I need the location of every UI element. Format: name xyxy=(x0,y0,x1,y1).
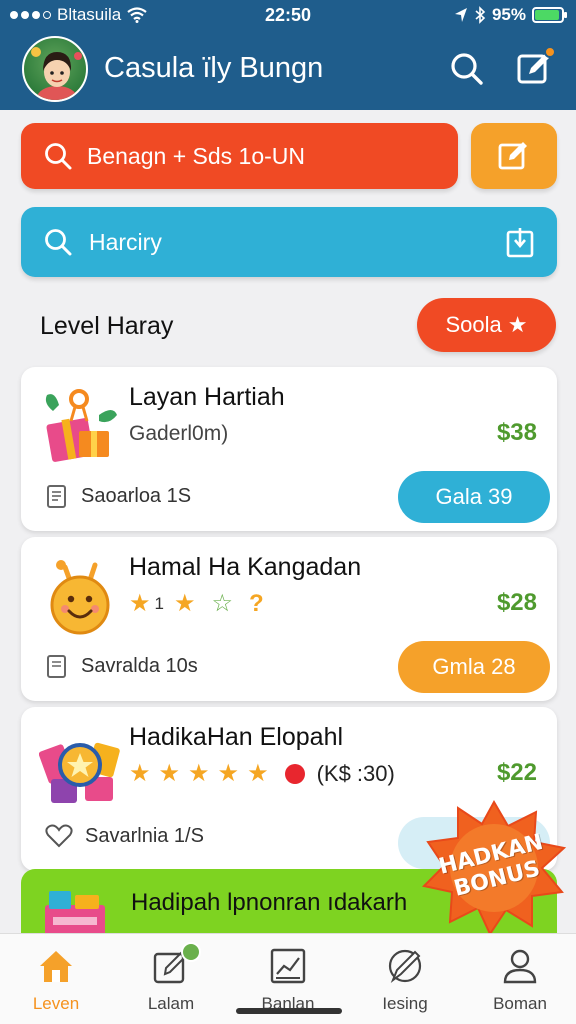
star-icon: ★ xyxy=(188,760,210,787)
primary-search-text: Benagn + Sds 1o-UN xyxy=(87,142,305,169)
edit-icon xyxy=(498,142,527,170)
nav-label: Lalam xyxy=(147,994,195,1013)
home-icon xyxy=(40,951,72,982)
sort-button[interactable]: Soola ★ xyxy=(417,298,556,352)
nav-item-home[interactable]: Leven xyxy=(6,946,106,1014)
app-header: Bltasuila 22:50 95% Casula ïly Bungn xyxy=(0,0,576,110)
star-icon: ★ xyxy=(247,760,269,787)
nav-item-pencil[interactable]: Iesing xyxy=(355,946,455,1014)
app-title: Casula ïly Bungn xyxy=(104,52,324,84)
card-meta-text: Savralda 10s xyxy=(81,654,198,677)
star-count: 1 xyxy=(154,593,164,613)
search-icon xyxy=(45,143,72,170)
card-meta: Savralda 10s xyxy=(45,653,198,679)
bluetooth-icon xyxy=(475,6,486,24)
status-bar: Bltasuila 22:50 95% xyxy=(0,0,576,30)
star-icon: ★ xyxy=(129,760,151,787)
card-rating: ★ 1 ★ ☆ ? xyxy=(129,589,264,618)
gift-box-icon xyxy=(45,389,117,462)
card-title: Hamal Ha Kangadan xyxy=(129,553,362,581)
card-price: $22 xyxy=(496,759,537,786)
document-icon xyxy=(47,485,66,508)
star-icon: ★ xyxy=(158,760,181,787)
secondary-search-bar[interactable]: Harciry xyxy=(21,207,557,277)
card-action-button[interactable]: Gala 39 xyxy=(398,471,550,523)
star-icon: ★ xyxy=(507,312,528,337)
card-title: HadikaHan Elopahl xyxy=(129,723,344,751)
notification-dot xyxy=(544,46,556,58)
battery-icon xyxy=(532,7,567,23)
nav-label: Leven xyxy=(32,994,80,1013)
nav-item-edit[interactable]: Lalam xyxy=(121,942,221,1014)
header-search-button[interactable] xyxy=(448,50,486,88)
star-icon: ★ xyxy=(217,760,240,787)
card-title: Layan Hartiah xyxy=(129,383,285,411)
location-icon xyxy=(454,8,467,22)
heart-icon[interactable] xyxy=(45,823,73,849)
card-meta: Savarlnia 1/S xyxy=(45,823,204,849)
card-subtitle: Gaderl0m) xyxy=(129,422,229,445)
rating-text: (K$ :30) xyxy=(316,760,395,786)
gift-medal-icon xyxy=(39,742,120,803)
avatar[interactable] xyxy=(22,36,88,102)
pencil-icon xyxy=(388,949,422,983)
share-icon[interactable] xyxy=(505,226,537,258)
card-price: $38 xyxy=(496,419,537,446)
card-meta: Saoarloa 1S xyxy=(45,483,191,509)
card-meta-text: Saoarloa 1S xyxy=(81,484,192,507)
nav-badge xyxy=(181,942,201,962)
nav-label: Iesing xyxy=(382,994,428,1013)
home-indicator xyxy=(236,1008,342,1014)
nav-item-profile[interactable]: Boman xyxy=(470,946,570,1014)
sort-button-label: Soola xyxy=(445,312,502,337)
question-icon: ? xyxy=(249,589,264,617)
promo-text: Hadipah lpnonran ıdakarh xyxy=(131,889,408,916)
primary-edit-button[interactable] xyxy=(471,123,557,189)
card-rating: ★ ★ ★ ★ ★ (K$ :30) xyxy=(129,759,395,788)
battery-percent: 95% xyxy=(491,5,526,24)
star-outline-icon: ☆ xyxy=(211,590,234,617)
document-icon xyxy=(47,655,66,678)
section-title: Level Haray xyxy=(40,312,174,340)
avatar-portrait-icon xyxy=(31,47,82,100)
search-icon xyxy=(45,229,72,256)
star-icon: ★ xyxy=(129,590,151,617)
header-compose-button[interactable] xyxy=(515,46,556,88)
list-card[interactable]: Layan Hartiah Gaderl0m) $38 Saoarloa 1S … xyxy=(21,367,557,531)
secondary-search-text: Harciry xyxy=(89,228,162,255)
card-meta-text: Savarlnia 1/S xyxy=(85,824,204,847)
red-dot-icon xyxy=(284,763,305,784)
status-right: 95% xyxy=(454,5,567,25)
chart-icon xyxy=(270,948,306,984)
bonus-badge[interactable]: HADKAN BONUS xyxy=(420,798,568,937)
search-icon xyxy=(451,53,483,85)
primary-search-bar[interactable]: Benagn + Sds 1o-UN xyxy=(21,123,458,189)
nav-item-chart[interactable]: Banlan xyxy=(238,946,338,1014)
profile-icon xyxy=(503,949,537,984)
card-action-button[interactable]: Gmla 28 xyxy=(398,641,550,693)
nav-label: Boman xyxy=(493,994,547,1013)
list-card[interactable]: Hamal Ha Kangadan ★ 1 ★ ☆ ? $28 Savralda… xyxy=(21,537,557,701)
smiley-medal-icon xyxy=(50,560,110,635)
card-price: $28 xyxy=(496,589,537,616)
star-icon: ★ xyxy=(173,590,196,617)
